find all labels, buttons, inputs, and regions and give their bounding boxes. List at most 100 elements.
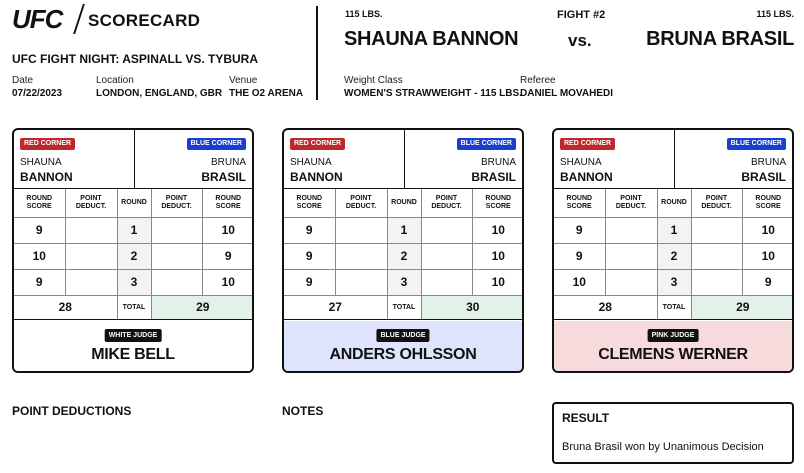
blue-fighter-first-name: BRUNA: [750, 157, 786, 168]
blue-fighter-last-name: BRASIL: [201, 170, 246, 184]
judge-name: ANDERS OHLSSON: [329, 346, 477, 363]
round-number: 2: [656, 242, 692, 270]
red-round-score: 9: [14, 268, 66, 296]
blue-point-deduct-header: POINT DEDUCT.: [420, 189, 473, 218]
round-number: 3: [116, 268, 152, 296]
total-row: 28 TOTAL 29: [14, 294, 252, 320]
judge-badge: PINK JUDGE: [647, 329, 699, 342]
red-point-deduction: [334, 268, 388, 296]
round-number: 3: [656, 268, 692, 296]
blue-round-score: 9: [201, 242, 252, 270]
blue-round-score: 10: [201, 216, 252, 244]
judge-badge: BLUE JUDGE: [376, 329, 430, 342]
total-label: TOTAL: [386, 294, 422, 320]
red-fighter-weight: 115 LBS.: [345, 9, 383, 19]
red-point-deduction: [604, 268, 658, 296]
fight-number: FIGHT #2: [557, 9, 606, 21]
judge-area: WHITE JUDGE MIKE BELL: [14, 321, 252, 371]
red-round-score-header: ROUND SCORE: [554, 189, 606, 218]
round-number: 1: [656, 216, 692, 244]
logo-divider: [73, 4, 85, 34]
card-header: RED CORNER SHAUNA BANNON BLUE CORNER BRU…: [284, 130, 522, 189]
red-point-deduction: [334, 216, 388, 244]
red-point-deduction: [64, 242, 118, 270]
total-label: TOTAL: [656, 294, 692, 320]
blue-round-score-header: ROUND SCORE: [471, 189, 522, 218]
result-text: Bruna Brasil won by Unanimous Decision: [562, 441, 764, 453]
red-round-score: 9: [284, 216, 336, 244]
blue-total-score: 29: [690, 294, 792, 320]
red-point-deduction: [604, 242, 658, 270]
red-corner-badge: RED CORNER: [20, 138, 76, 150]
red-fighter-last-name: BANNON: [20, 170, 73, 184]
venue-value: THE O2 ARENA: [229, 88, 304, 99]
red-point-deduct-header: POINT DEDUCT.: [334, 189, 388, 218]
blue-round-score: 9: [741, 268, 792, 296]
blue-round-score: 10: [741, 216, 792, 244]
blue-corner-badge: BLUE CORNER: [726, 138, 786, 150]
red-round-score: 9: [284, 268, 336, 296]
judge-name: MIKE BELL: [91, 346, 175, 363]
blue-round-score-header: ROUND SCORE: [741, 189, 792, 218]
card-header-divider: [404, 130, 405, 189]
blue-point-deduction: [690, 268, 743, 296]
scorecard-title: SCORECARD: [88, 11, 201, 30]
round-row: 10 3 9: [554, 268, 792, 296]
ufc-logo: UFC: [12, 5, 66, 33]
judge-area: PINK JUDGE CLEMENS WERNER: [554, 321, 792, 371]
card-header: RED CORNER SHAUNA BANNON BLUE CORNER BRU…: [554, 130, 792, 189]
blue-point-deduct-header: POINT DEDUCT.: [150, 189, 203, 218]
round-header: ROUND: [116, 189, 152, 218]
red-round-score: 9: [554, 216, 606, 244]
red-fighter-first-name: SHAUNA: [560, 157, 602, 168]
blue-fighter-weight: 115 LBS.: [756, 9, 794, 19]
red-total-score: 27: [284, 294, 388, 320]
date-value: 07/22/2023: [12, 88, 63, 99]
blue-round-score: 10: [201, 268, 252, 296]
total-row: 28 TOTAL 29: [554, 294, 792, 320]
judge-scorecard-3: RED CORNER SHAUNA BANNON BLUE CORNER BRU…: [552, 128, 794, 373]
event-name: UFC FIGHT NIGHT: ASPINALL VS. TYBURA: [12, 52, 258, 66]
blue-point-deduction: [150, 216, 203, 244]
result-box: RESULT Bruna Brasil won by Unanimous Dec…: [552, 402, 794, 464]
blue-corner-badge: BLUE CORNER: [456, 138, 516, 150]
round-number: 2: [116, 242, 152, 270]
round-number: 3: [386, 268, 422, 296]
blue-point-deduction: [150, 242, 203, 270]
score-table: ROUND SCORE POINT DEDUCT. ROUND POINT DEDUC…: [554, 189, 792, 320]
blue-corner-badge: BLUE CORNER: [186, 138, 246, 150]
referee-value: DANIEL MOVAHEDI: [520, 88, 613, 99]
red-fighter-last-name: BANNON: [290, 170, 343, 184]
round-number: 1: [116, 216, 152, 244]
blue-round-score-header: ROUND SCORE: [201, 189, 252, 218]
weight-class-label: Weight Class: [344, 75, 403, 86]
red-fighter-first-name: SHAUNA: [290, 157, 332, 168]
red-round-score-header: ROUND SCORE: [284, 189, 336, 218]
blue-fighter-first-name: BRUNA: [480, 157, 516, 168]
blue-round-score: 10: [741, 242, 792, 270]
total-row: 27 TOTAL 30: [284, 294, 522, 320]
red-point-deduction: [334, 242, 388, 270]
card-header-divider: [674, 130, 675, 189]
round-row: 9 3 10: [14, 268, 252, 296]
round-row: 9 2 10: [554, 242, 792, 270]
point-deductions-label: POINT DEDUCTIONS: [12, 404, 132, 418]
red-fighter-last-name: BANNON: [560, 170, 613, 184]
referee-label: Referee: [520, 75, 556, 86]
vs-label: vs.: [568, 31, 592, 50]
red-point-deduction: [604, 216, 658, 244]
round-number: 2: [386, 242, 422, 270]
blue-point-deduction: [420, 216, 473, 244]
judge-scorecard-1: RED CORNER SHAUNA BANNON BLUE CORNER BRU…: [12, 128, 254, 373]
round-row: 9 3 10: [284, 268, 522, 296]
blue-round-score: 10: [471, 216, 522, 244]
red-total-score: 28: [14, 294, 118, 320]
score-table: ROUND SCORE POINT DEDUCT. ROUND POINT DEDUC…: [284, 189, 522, 320]
judge-badge: WHITE JUDGE: [104, 329, 162, 342]
blue-total-score: 29: [150, 294, 252, 320]
location-label: Location: [96, 75, 134, 86]
blue-round-score: 10: [471, 268, 522, 296]
score-table-header: ROUND SCORE POINT DEDUCT. ROUND POINT DEDUC…: [284, 189, 522, 218]
red-round-score: 9: [14, 216, 66, 244]
round-row: 9 1 10: [14, 216, 252, 244]
